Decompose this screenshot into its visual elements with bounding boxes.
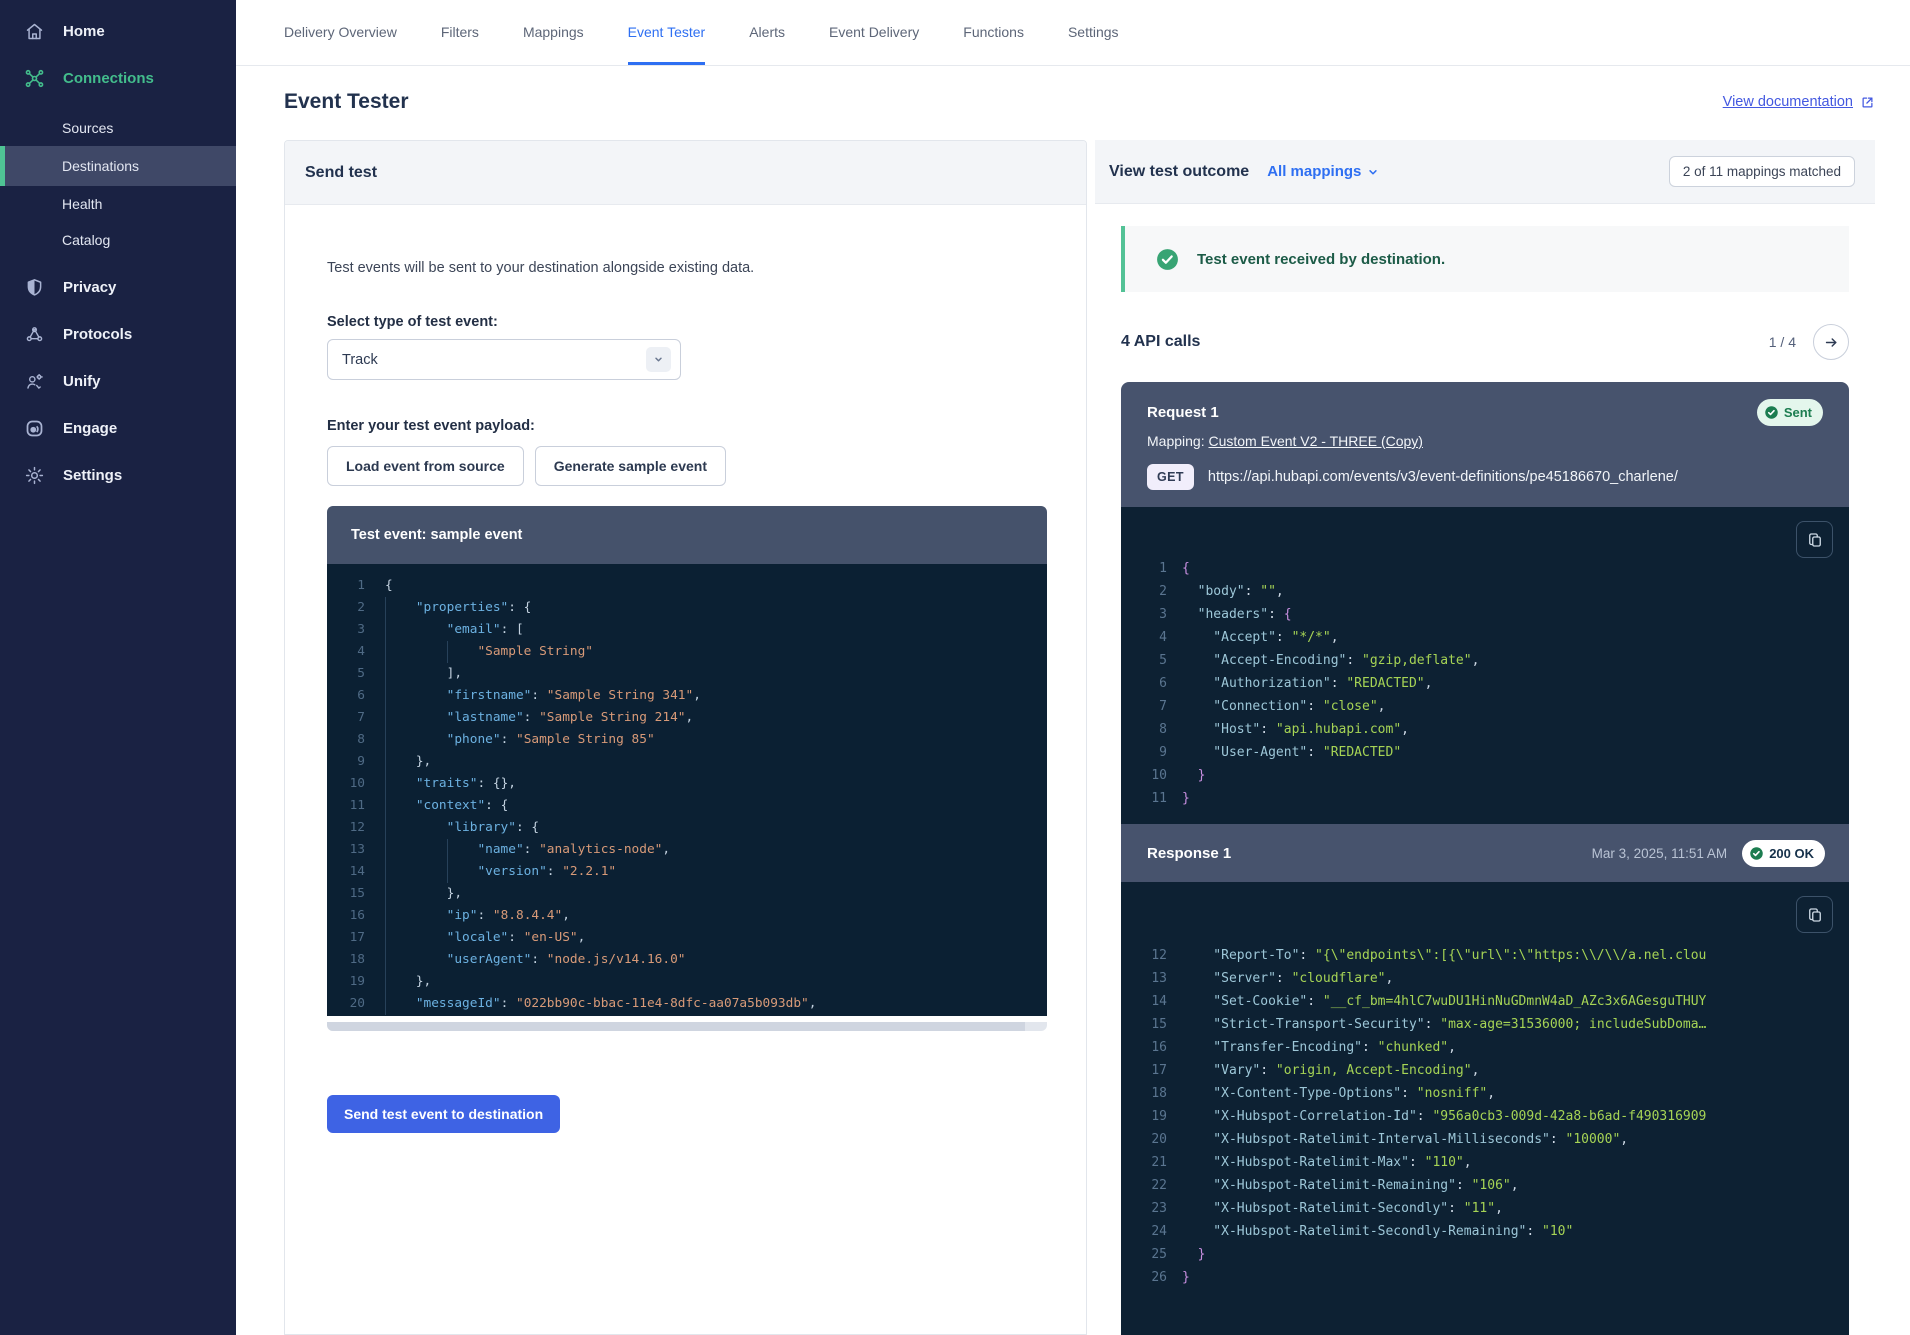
tab-mappings[interactable]: Mappings bbox=[523, 0, 584, 65]
send-test-header: Send test bbox=[285, 141, 1086, 205]
event-type-select[interactable]: Track bbox=[327, 339, 681, 380]
sidebar-item-label: Engage bbox=[63, 420, 117, 437]
tab-event-delivery[interactable]: Event Delivery bbox=[829, 0, 919, 65]
chevron-down-icon bbox=[646, 347, 671, 372]
sent-status-badge: Sent bbox=[1757, 399, 1823, 426]
external-link-icon bbox=[1860, 95, 1875, 110]
payload-editor[interactable]: Test event: sample event 1{2"properties"… bbox=[327, 506, 1047, 1031]
request-title: Request 1 bbox=[1147, 404, 1219, 421]
page-title: Event Tester bbox=[284, 90, 409, 114]
outcome-header: View test outcome All mappings 2 of 11 m… bbox=[1095, 140, 1875, 204]
check-circle-icon bbox=[1749, 846, 1764, 861]
response-title: Response 1 bbox=[1147, 845, 1231, 862]
response-header: Response 1 Mar 3, 2025, 11:51 AM 200 OK bbox=[1121, 824, 1849, 882]
payload-editor-title: Test event: sample event bbox=[327, 506, 1047, 564]
tab-settings[interactable]: Settings bbox=[1068, 0, 1119, 65]
home-icon bbox=[24, 21, 45, 42]
mappings-matched-badge: 2 of 11 mappings matched bbox=[1669, 156, 1855, 187]
request-body-code: 1{2"body": "",3"headers": {4"Accept": "*… bbox=[1121, 507, 1849, 824]
load-event-button[interactable]: Load event from source bbox=[327, 446, 524, 486]
next-api-call-button[interactable] bbox=[1813, 324, 1849, 360]
unify-icon bbox=[24, 371, 45, 392]
tab-event-tester[interactable]: Event Tester bbox=[628, 0, 706, 65]
sidebar-item-label: Destinations bbox=[62, 158, 139, 174]
success-alert-message: Test event received by destination. bbox=[1197, 251, 1445, 268]
check-circle-icon bbox=[1764, 405, 1779, 420]
copy-request-button[interactable] bbox=[1796, 521, 1833, 558]
sent-status-label: Sent bbox=[1784, 405, 1812, 420]
send-test-event-button[interactable]: Send test event to destination bbox=[327, 1095, 560, 1133]
mappings-filter-dropdown[interactable]: All mappings bbox=[1267, 163, 1380, 180]
mappings-filter-value: All mappings bbox=[1267, 163, 1361, 180]
sidebar-item-label: Privacy bbox=[63, 279, 116, 296]
sidebar-item-sources[interactable]: Sources bbox=[0, 110, 236, 146]
generate-sample-button[interactable]: Generate sample event bbox=[535, 446, 726, 486]
sidebar-item-label: Catalog bbox=[62, 232, 110, 248]
connections-icon bbox=[24, 68, 45, 89]
copy-icon bbox=[1806, 906, 1824, 924]
tab-alerts[interactable]: Alerts bbox=[749, 0, 785, 65]
arrow-right-icon bbox=[1823, 334, 1840, 351]
sidebar-item-home[interactable]: Home bbox=[0, 8, 236, 55]
copy-icon bbox=[1806, 531, 1824, 549]
sidebar-item-label: Home bbox=[63, 23, 105, 40]
sidebar-item-health[interactable]: Health bbox=[0, 186, 236, 222]
request-url: https://api.hubapi.com/events/v3/event-d… bbox=[1208, 469, 1678, 485]
response-timestamp: Mar 3, 2025, 11:51 AM bbox=[1592, 846, 1728, 861]
sidebar-item-label: Sources bbox=[62, 120, 113, 136]
response-body-code: 12"Report-To": "{\"endpoints\":[{\"url\"… bbox=[1121, 882, 1849, 1335]
send-test-title: Send test bbox=[305, 164, 377, 182]
outcome-title: View test outcome bbox=[1109, 163, 1249, 181]
response-status-badge: 200 OK bbox=[1742, 840, 1825, 867]
sidebar-item-catalog[interactable]: Catalog bbox=[0, 222, 236, 258]
send-test-description: Test events will be sent to your destina… bbox=[327, 260, 1045, 276]
engage-icon bbox=[24, 418, 45, 439]
api-calls-label: 4 API calls bbox=[1121, 333, 1200, 351]
sidebar-item-label: Settings bbox=[63, 467, 122, 484]
sidebar-item-protocols[interactable]: Protocols bbox=[0, 311, 236, 358]
request-header: Request 1 Sent Mapping: Custom Event V2 … bbox=[1121, 382, 1849, 507]
sidebar-item-engage[interactable]: Engage bbox=[0, 405, 236, 452]
protocols-icon bbox=[24, 324, 45, 345]
doc-link-label: View documentation bbox=[1723, 94, 1853, 110]
sidebar-item-label: Unify bbox=[63, 373, 101, 390]
chevron-down-icon bbox=[1366, 165, 1380, 179]
shield-icon bbox=[24, 277, 45, 298]
view-documentation-link[interactable]: View documentation bbox=[1723, 94, 1875, 110]
tab-delivery-overview[interactable]: Delivery Overview bbox=[284, 0, 397, 65]
sidebar-item-unify[interactable]: Unify bbox=[0, 358, 236, 405]
payload-code[interactable]: 1{2"properties": {3"email": [4"Sample St… bbox=[327, 564, 1047, 1016]
api-call-card: Request 1 Sent Mapping: Custom Event V2 … bbox=[1121, 382, 1849, 1335]
main-area: Delivery Overview Filters Mappings Event… bbox=[236, 0, 1910, 1335]
test-outcome-panel: View test outcome All mappings 2 of 11 m… bbox=[1095, 140, 1875, 1335]
tab-filters[interactable]: Filters bbox=[441, 0, 479, 65]
sidebar-item-destinations[interactable]: Destinations bbox=[0, 146, 236, 186]
gear-icon bbox=[24, 465, 45, 486]
mapping-row: Mapping: Custom Event V2 - THREE (Copy) bbox=[1147, 433, 1823, 449]
sidebar-item-label: Protocols bbox=[63, 326, 132, 343]
send-test-panel: Send test Test events will be sent to yo… bbox=[284, 140, 1087, 1335]
pagination-count: 1 / 4 bbox=[1769, 334, 1796, 350]
http-method-chip: GET bbox=[1147, 464, 1194, 490]
editor-horizontal-scrollbar[interactable] bbox=[327, 1022, 1047, 1031]
mapping-label: Mapping: bbox=[1147, 433, 1208, 449]
event-type-label: Select type of test event: bbox=[327, 314, 1045, 330]
response-status-label: 200 OK bbox=[1769, 846, 1814, 861]
sidebar: Home Connections Sources Destinations He… bbox=[0, 0, 236, 1335]
sidebar-item-settings[interactable]: Settings bbox=[0, 452, 236, 499]
app-root: Home Connections Sources Destinations He… bbox=[0, 0, 1910, 1335]
sidebar-item-label: Connections bbox=[63, 70, 154, 87]
copy-response-button[interactable] bbox=[1796, 896, 1833, 933]
mapping-link[interactable]: Custom Event V2 - THREE (Copy) bbox=[1208, 433, 1422, 449]
sidebar-item-connections[interactable]: Connections bbox=[0, 55, 236, 102]
page-content: Event Tester View documentation Send tes… bbox=[236, 66, 1910, 1335]
sidebar-item-privacy[interactable]: Privacy bbox=[0, 264, 236, 311]
tab-functions[interactable]: Functions bbox=[963, 0, 1024, 65]
event-type-value: Track bbox=[342, 352, 378, 368]
payload-label: Enter your test event payload: bbox=[327, 418, 1045, 434]
tab-bar: Delivery Overview Filters Mappings Event… bbox=[236, 0, 1910, 66]
success-alert: Test event received by destination. bbox=[1121, 226, 1849, 292]
check-circle-icon bbox=[1155, 247, 1180, 272]
sidebar-item-label: Health bbox=[62, 196, 102, 212]
